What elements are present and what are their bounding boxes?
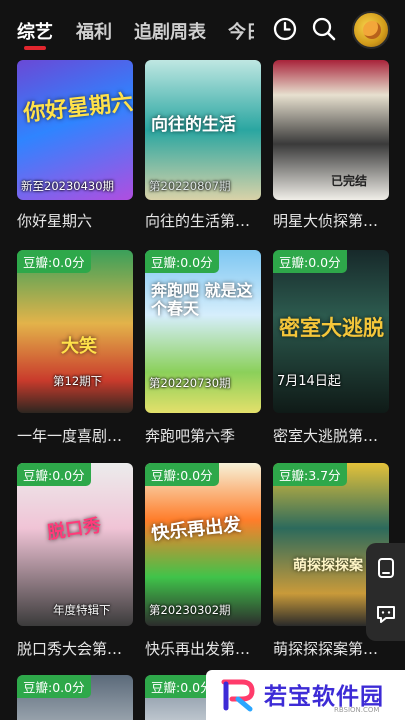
poster-art-text: 快乐再出发 (150, 514, 243, 545)
poster-art-text: 密室大逃脱 (279, 316, 384, 340)
show-poster[interactable]: 豆瓣:0.0分 (17, 675, 133, 720)
episode-label: 年度特辑下 (53, 603, 111, 617)
episode-label: 新至20230430期 (21, 179, 115, 193)
douban-score-badge: 豆瓣:0.0分 (273, 250, 347, 273)
poster-art-text: 脱口秀 (46, 515, 103, 544)
douban-score-badge: 豆瓣:0.0分 (17, 250, 91, 273)
tablet-icon[interactable] (375, 557, 397, 579)
show-title[interactable]: 奔跑吧第六季 (145, 425, 269, 446)
douban-score-badge: 豆瓣:0.0分 (17, 463, 91, 486)
show-poster[interactable]: 你好星期六 新至20230430期 (17, 60, 133, 200)
episode-label: 第12期下 (53, 374, 103, 388)
episode-label: 7月14日起 (277, 374, 341, 389)
show-poster[interactable]: 豆瓣:0.0分 奔跑吧 就是这个春天 第20220730期 (145, 250, 261, 413)
douban-score-badge: 豆瓣:0.0分 (17, 675, 91, 698)
episode-label: 第20230302期 (149, 603, 231, 617)
show-poster[interactable]: 向往的生活 第20220807期 (145, 60, 261, 200)
douban-score-badge: 豆瓣:0.0分 (145, 250, 219, 273)
show-title[interactable]: 萌探探探案第… (273, 638, 397, 659)
show-title[interactable]: 密室大逃脱第… (273, 425, 397, 446)
episode-label: 第20220730期 (149, 376, 231, 390)
show-poster[interactable]: 豆瓣:0.0分 大笑 第12期下 (17, 250, 133, 413)
show-title[interactable]: 你好星期六 (17, 210, 141, 231)
poster-art-text: 大笑 (61, 336, 97, 357)
poster-art-text: 萌探探探案 (293, 558, 363, 574)
active-tab-indicator (24, 46, 46, 50)
watermark-url: RBSION.COM (334, 706, 380, 714)
top-bar: 综艺 福利 追剧周表 今日 (0, 0, 405, 58)
feedback-icon[interactable] (375, 603, 397, 625)
clock-icon[interactable] (272, 16, 298, 42)
poster-art-text: 向往的生活 (151, 115, 236, 135)
show-poster[interactable]: 豆瓣:0.0分 快乐再出发 第20230302期 (145, 463, 261, 626)
show-title[interactable]: 脱口秀大会第… (17, 638, 141, 659)
tab-variety[interactable]: 综艺 (17, 18, 53, 44)
tab-drama-schedule[interactable]: 追剧周表 (134, 18, 206, 44)
poster-art-text: 你好星期六 (22, 90, 133, 127)
show-poster[interactable]: 已完结 (273, 60, 389, 200)
douban-score-badge: 豆瓣:0.0分 (145, 463, 219, 486)
tab-today[interactable]: 今日 (228, 18, 254, 44)
watermark-logo-icon (221, 679, 255, 712)
watermark: 若宝软件园 RBSION.COM (206, 670, 405, 720)
show-title[interactable]: 向往的生活第… (145, 210, 269, 231)
show-title[interactable]: 一年一度喜剧… (17, 425, 141, 446)
variety-show-grid: 你好星期六 新至20230430期 你好星期六 向往的生活 第20220807期… (0, 58, 405, 720)
douban-score-badge: 豆瓣:3.7分 (273, 463, 347, 486)
poster-art-text: 奔跑吧 就是这个春天 (151, 281, 253, 318)
search-icon[interactable] (311, 16, 337, 42)
show-title[interactable]: 快乐再出发第… (145, 638, 269, 659)
tab-welfare[interactable]: 福利 (76, 18, 112, 44)
floating-side-panel (366, 543, 405, 641)
episode-label: 第20220807期 (149, 179, 231, 193)
show-poster[interactable]: 豆瓣:0.0分 脱口秀 年度特辑下 (17, 463, 133, 626)
show-poster[interactable]: 豆瓣:0.0分 密室大逃脱 7月14日起 (273, 250, 389, 413)
show-title[interactable]: 明星大侦探第… (273, 210, 397, 231)
avatar[interactable] (352, 11, 390, 49)
poster-art-text: 已完结 (331, 174, 368, 188)
